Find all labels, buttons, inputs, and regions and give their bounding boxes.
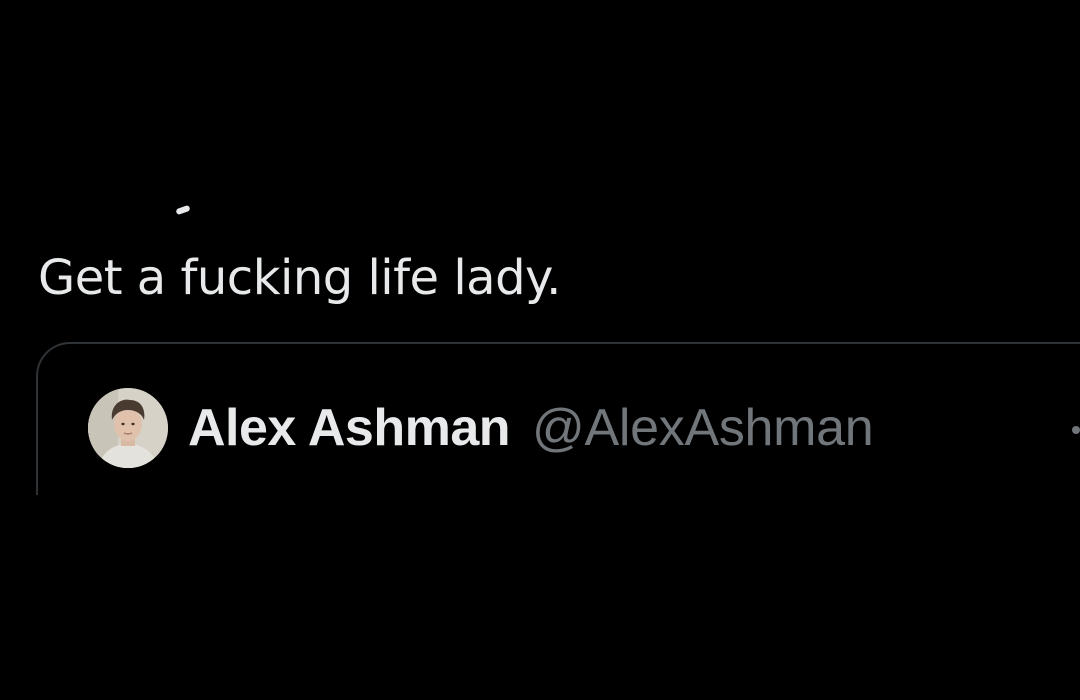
avatar-image	[88, 388, 168, 468]
cropped-text-fragment	[175, 204, 191, 216]
avatar[interactable]	[88, 388, 168, 468]
author-name[interactable]: Alex Ashman	[188, 398, 511, 458]
author-handle[interactable]: @AlexAshman	[532, 398, 874, 458]
quoted-author-row: Alex Ashman @AlexAshman	[188, 396, 874, 460]
separator-dot	[1072, 426, 1080, 434]
tweet-text: Get a fucking life lady.	[38, 250, 561, 306]
